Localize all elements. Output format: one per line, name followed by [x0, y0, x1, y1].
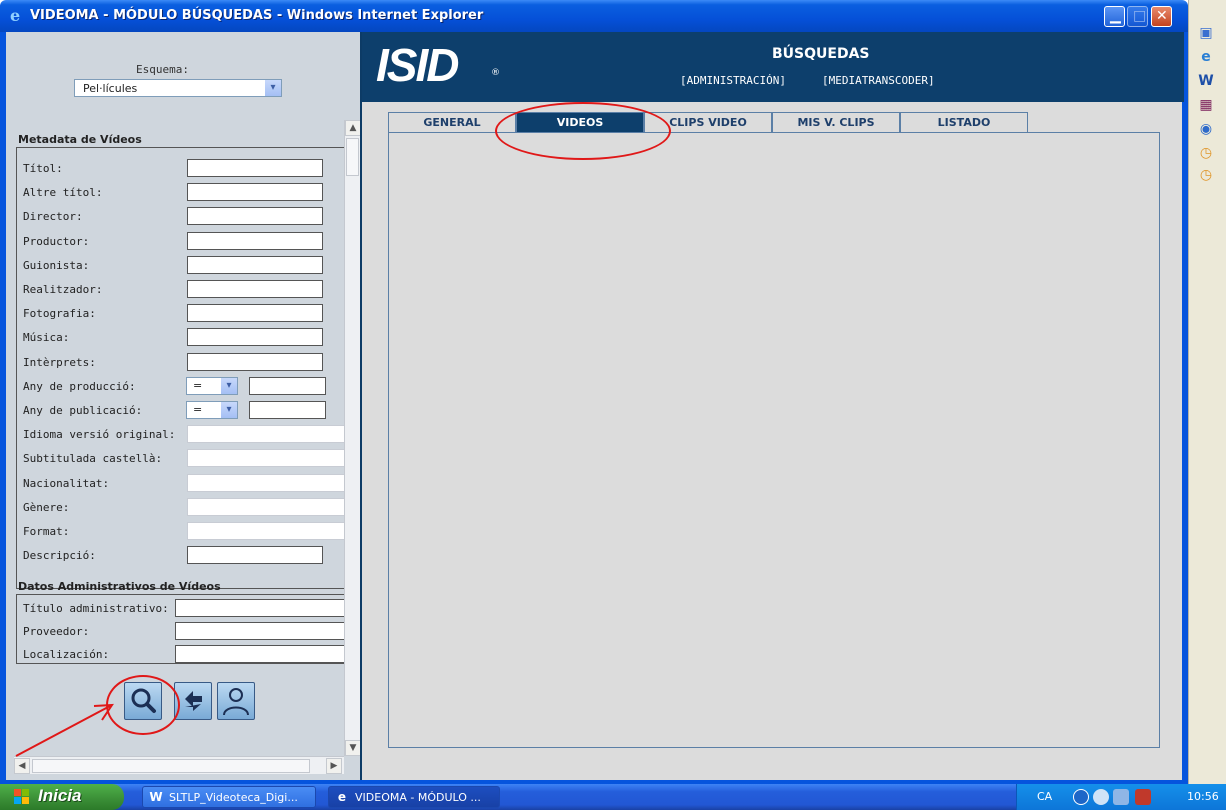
taskbar-item-label: SLTLP_Videoteca_Digi...	[169, 791, 298, 804]
scroll-thumb[interactable]	[346, 138, 359, 176]
start-button[interactable]: Inicia	[0, 784, 124, 810]
word-icon[interactable]: W	[1197, 72, 1215, 90]
chevron-down-icon[interactable]: ▾	[220, 378, 237, 394]
taskbar: Inicia W SLTLP_Videoteca_Digi... e VIDEOMA …	[0, 784, 1226, 810]
text-field[interactable]	[187, 353, 323, 371]
close-button[interactable]: ✕	[1151, 6, 1172, 27]
tab-mis-v-clips[interactable]: MIS V. CLIPS	[772, 112, 900, 132]
chevron-down-icon[interactable]: ▾	[220, 402, 237, 418]
admin-text-field[interactable]	[175, 622, 355, 640]
back-arrow-icon[interactable]	[1073, 789, 1089, 805]
operator-select[interactable]: = ▾	[186, 401, 238, 419]
annotation-ellipse-videos-tab	[495, 102, 671, 160]
user-icon	[223, 688, 249, 716]
scroll-up-button[interactable]: ▲	[345, 120, 361, 136]
text-field[interactable]	[187, 207, 323, 225]
start-label: Inicia	[38, 786, 82, 805]
admin-link[interactable]: [ADMINISTRACIÓN]	[680, 74, 786, 87]
operator-select[interactable]: = ▾	[186, 377, 238, 395]
ie-icon[interactable]: e	[1197, 48, 1215, 66]
scroll-right-button[interactable]: ▶	[326, 758, 342, 774]
text-field[interactable]	[187, 328, 323, 346]
word-icon: W	[149, 790, 163, 804]
year-field[interactable]	[249, 377, 326, 395]
clock: 10:56	[1187, 790, 1219, 803]
window-titlebar[interactable]: e VIDEOMA - MÓDULO BÚSQUEDAS - Windows I…	[0, 0, 1188, 32]
taskbar-item[interactable]: e VIDEOMA - MÓDULO ...	[328, 786, 500, 808]
scroll-down-button[interactable]: ▼	[345, 740, 361, 756]
mediatranscoder-link[interactable]: [MEDIATRANSCODER]	[822, 74, 935, 87]
windows-logo-icon	[14, 789, 29, 804]
dropdown-select[interactable]	[187, 474, 357, 492]
vertical-scrollbar[interactable]: ▲ ▼	[344, 120, 361, 756]
text-field[interactable]	[187, 304, 323, 322]
dropdown-select[interactable]	[187, 449, 357, 467]
taskbar-item[interactable]: W SLTLP_Videoteca_Digi...	[142, 786, 316, 808]
clock-icon[interactable]: ◷	[1197, 144, 1215, 162]
text-field[interactable]	[187, 256, 323, 274]
year-field[interactable]	[249, 401, 326, 419]
operator-value: =	[193, 379, 203, 392]
logo-registered-mark: ®	[491, 68, 500, 78]
taskbar-item-label: VIDEOMA - MÓDULO ...	[355, 791, 481, 804]
text-field[interactable]	[187, 183, 323, 201]
annotation-arrow	[15, 703, 114, 757]
app-icon-1[interactable]: ▣	[1197, 24, 1215, 42]
operator-value: =	[193, 403, 203, 416]
language-indicator[interactable]: CA	[1037, 790, 1052, 803]
admin-text-field[interactable]	[175, 599, 355, 617]
admin-text-field[interactable]	[175, 645, 355, 663]
page-title: BÚSQUEDAS	[772, 46, 870, 62]
minimize-button[interactable]: ▁	[1104, 6, 1125, 27]
quick-launch-toolbar: ▣ e W ▦ ◉ ◷ ◷	[1188, 0, 1226, 784]
dropdown-select[interactable]	[187, 498, 357, 516]
text-field[interactable]	[187, 159, 323, 177]
app-tray-icon[interactable]	[1135, 789, 1151, 805]
network-icon[interactable]	[1093, 789, 1109, 805]
text-field[interactable]	[187, 546, 323, 564]
refresh-icon	[185, 691, 202, 711]
media-icon[interactable]: ◉	[1197, 120, 1215, 138]
main-content: ISID ® BÚSQUEDAS [ADMINISTRACIÓN] [MEDIA…	[360, 32, 1184, 780]
tab-content-panel	[388, 132, 1160, 748]
dropdown-select[interactable]	[187, 522, 357, 540]
monitor-icon[interactable]	[1113, 789, 1129, 805]
ie-icon: e	[337, 790, 347, 804]
system-tray: CA 10:56	[1016, 784, 1226, 810]
isid-logo: ISID	[376, 39, 459, 91]
scheme-label: Esquema:	[136, 63, 189, 76]
user-button[interactable]	[217, 682, 255, 720]
chevron-down-icon[interactable]: ▾	[264, 80, 281, 96]
dropdown-select[interactable]	[187, 425, 357, 443]
clock-icon-2[interactable]: ◷	[1197, 166, 1215, 184]
tab-listado[interactable]: LISTADO	[900, 112, 1028, 132]
app-header: ISID ® BÚSQUEDAS [ADMINISTRACIÓN] [MEDIA…	[362, 32, 1184, 102]
text-field[interactable]	[187, 280, 323, 298]
maximize-button[interactable]: □	[1127, 6, 1148, 27]
text-field[interactable]	[187, 232, 323, 250]
app-icon-2[interactable]: ▦	[1197, 96, 1215, 114]
